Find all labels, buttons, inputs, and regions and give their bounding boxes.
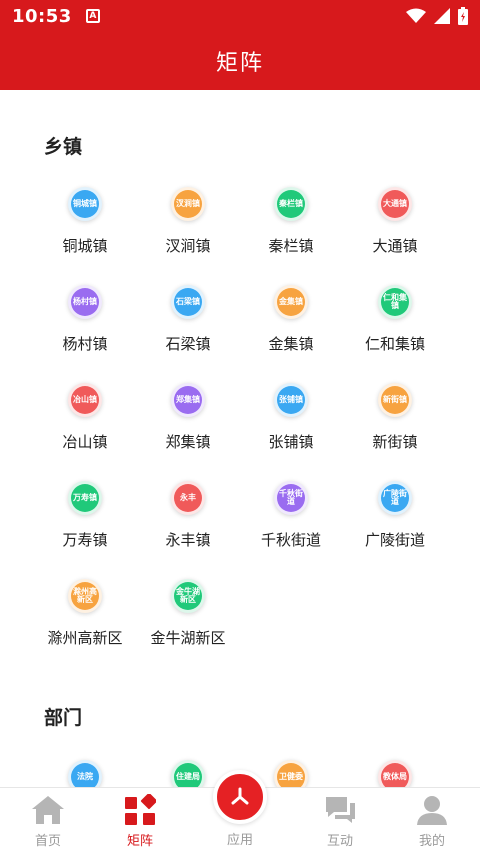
town-item-guangling[interactable]: 广陵街道 广陵街道 [340, 466, 450, 556]
dept-logo-icon: 教体局 [378, 760, 412, 787]
town-logo-icon: 广陵街道 [378, 481, 412, 515]
town-item-zhengji[interactable]: 郑集镇 郑集镇 [133, 368, 243, 458]
town-item-tongcheng[interactable]: 铜城镇 铜城镇 [30, 172, 140, 262]
town-logo-icon: 千秋街道 [274, 481, 308, 515]
town-label: 永丰镇 [165, 531, 211, 549]
town-item-wanshou[interactable]: 万寿镇 万寿镇 [30, 466, 140, 556]
dept-item-court[interactable]: 法院 [30, 745, 140, 787]
town-label: 郑集镇 [165, 433, 211, 451]
town-label: 石梁镇 [165, 335, 211, 353]
section-title-departments: 部门 [44, 707, 83, 729]
nav-apps-button[interactable] [213, 770, 267, 824]
town-label: 杨村镇 [62, 335, 108, 353]
town-label: 大通镇 [372, 237, 418, 255]
nav-mine-label: 我的 [418, 834, 445, 849]
user-icon [415, 794, 449, 826]
town-logo-icon: 秦栏镇 [274, 187, 308, 221]
town-item-jinniuhu[interactable]: 金牛湖新区 金牛湖新区 [133, 564, 243, 654]
town-logo-icon: 郑集镇 [171, 383, 205, 417]
grid-icon [123, 794, 157, 826]
town-label: 万寿镇 [62, 531, 108, 549]
town-label: 千秋街道 [260, 531, 321, 549]
status-bar: 10:53 A [0, 0, 480, 32]
town-item-qianqiu[interactable]: 千秋街道 千秋街道 [236, 466, 346, 556]
town-item-yangcun[interactable]: 杨村镇 杨村镇 [30, 270, 140, 360]
nav-home[interactable]: 首页 [0, 788, 96, 853]
town-label: 张铺镇 [268, 433, 314, 451]
town-logo-icon: 石梁镇 [171, 285, 205, 319]
town-item-shiliang[interactable]: 石梁镇 石梁镇 [133, 270, 243, 360]
apps-icon [231, 787, 249, 805]
town-logo-icon: 冶山镇 [68, 383, 102, 417]
town-logo-icon: 汊涧镇 [171, 187, 205, 221]
town-item-datong[interactable]: 大通镇 大通镇 [340, 172, 450, 262]
section-title-towns: 乡镇 [44, 136, 83, 158]
status-icons [406, 7, 468, 25]
nav-matrix-label: 矩阵 [126, 834, 153, 849]
town-logo-icon: 仁和集镇 [378, 285, 412, 319]
town-label: 冶山镇 [62, 433, 108, 451]
status-time: 10:53 [12, 5, 72, 27]
home-icon [31, 794, 65, 826]
town-logo-icon: 大通镇 [378, 187, 412, 221]
town-item-zhangpu[interactable]: 张铺镇 张铺镇 [236, 368, 346, 458]
town-label: 广陵街道 [364, 531, 425, 549]
dept-logo-icon: 法院 [68, 760, 102, 787]
town-logo-icon: 新街镇 [378, 383, 412, 417]
town-label: 新街镇 [372, 433, 418, 451]
dept-logo-icon: 卫健委 [274, 760, 308, 787]
nav-apps-label: 应用 [226, 833, 253, 848]
town-item-yeshan[interactable]: 冶山镇 冶山镇 [30, 368, 140, 458]
town-item-jinji[interactable]: 金集镇 金集镇 [236, 270, 346, 360]
nav-matrix[interactable]: 矩阵 [92, 788, 188, 853]
notification-icon: A [85, 9, 100, 23]
page-title: 矩阵 [215, 51, 264, 76]
nav-interact[interactable]: 互动 [292, 788, 388, 853]
town-logo-icon: 金集镇 [274, 285, 308, 319]
dept-logo-icon: 住建局 [171, 760, 205, 787]
town-logo-icon: 金牛湖新区 [171, 579, 205, 613]
town-logo-icon: 张铺镇 [274, 383, 308, 417]
town-item-renheji[interactable]: 仁和集镇 仁和集镇 [340, 270, 450, 360]
town-logo-icon: 铜城镇 [68, 187, 102, 221]
wifi-icon [406, 8, 426, 23]
town-item-yongfeng[interactable]: 永丰 永丰镇 [133, 466, 243, 556]
nav-interact-label: 互动 [326, 834, 353, 849]
town-label: 仁和集镇 [364, 335, 425, 353]
town-label: 滁州高新区 [47, 629, 123, 647]
town-logo-icon: 滁州高新区 [68, 579, 102, 613]
nav-home-label: 首页 [34, 834, 61, 849]
chat-icon [323, 794, 357, 826]
town-logo-icon: 杨村镇 [68, 285, 102, 319]
dept-item-education[interactable]: 教体局 [340, 745, 450, 787]
town-item-chuzhou-hitech[interactable]: 滁州高新区 滁州高新区 [30, 564, 140, 654]
title-bar: 矩阵 [0, 32, 480, 90]
town-item-chajian[interactable]: 汊涧镇 汊涧镇 [133, 172, 243, 262]
town-logo-icon: 万寿镇 [68, 481, 102, 515]
nav-mine[interactable]: 我的 [384, 788, 480, 853]
town-item-qinlan[interactable]: 秦栏镇 秦栏镇 [236, 172, 346, 262]
town-label: 秦栏镇 [268, 237, 314, 255]
town-label: 金集镇 [268, 335, 314, 353]
town-item-xinjie[interactable]: 新街镇 新街镇 [340, 368, 450, 458]
town-logo-icon: 永丰 [171, 481, 205, 515]
town-label: 汊涧镇 [165, 237, 211, 255]
matrix-content[interactable]: 乡镇 铜城镇 铜城镇 汊涧镇 汊涧镇 秦栏镇 秦栏镇 大通镇 大通镇 杨村镇 杨… [0, 90, 480, 787]
battery-icon [458, 7, 468, 25]
town-label: 铜城镇 [62, 237, 108, 255]
town-label: 金牛湖新区 [150, 629, 226, 647]
signal-icon [434, 8, 450, 24]
